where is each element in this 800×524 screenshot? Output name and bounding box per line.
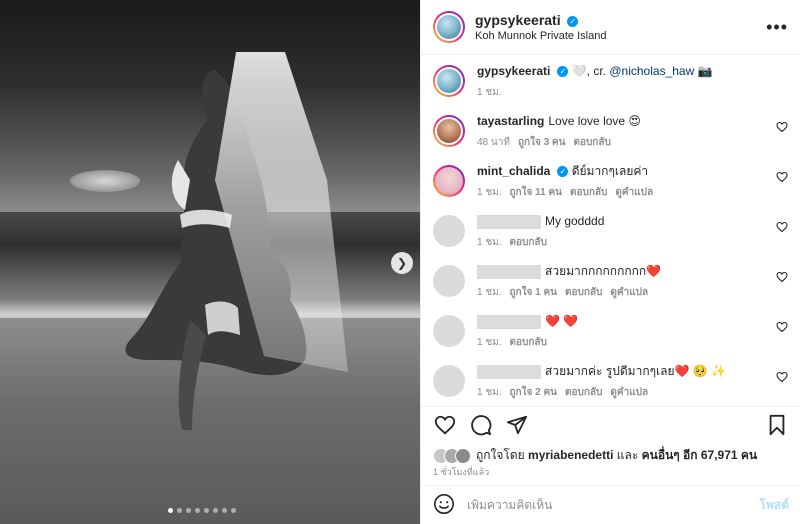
heart-icon[interactable] <box>776 371 788 383</box>
post-time[interactable]: 1 ชั่วโมงที่แล้ว <box>433 465 489 479</box>
comment-row: ❤️ ❤️ 1 ชม. ตอบกลับ <box>433 313 788 350</box>
post-location[interactable]: Koh Munnok Private Island <box>475 30 766 42</box>
carousel-dot <box>186 508 191 513</box>
carousel-dot <box>222 508 227 513</box>
carousel-dot <box>213 508 218 513</box>
commenter-avatar[interactable] <box>433 165 465 197</box>
commenter-avatar[interactable] <box>433 265 465 297</box>
verified-icon: ✓ <box>557 66 569 78</box>
comment-likes[interactable]: ถูกใจ 2 คน <box>510 385 558 400</box>
heart-icon[interactable] <box>776 221 788 233</box>
translate-button[interactable]: ดูคำแปล <box>610 385 648 400</box>
carousel-next-button[interactable]: ❯ <box>391 252 413 274</box>
heart-icon[interactable] <box>776 171 788 183</box>
post-header: gypsykeerati ✓ Koh Munnok Private Island… <box>421 0 800 55</box>
likes-prefix: ถูกใจโดย <box>476 448 525 462</box>
heart-icon[interactable] <box>433 413 457 437</box>
commenter-avatar[interactable] <box>433 115 465 147</box>
post-panel: gypsykeerati ✓ Koh Munnok Private Island… <box>420 0 800 524</box>
reply-button[interactable]: ตอบกลับ <box>565 385 602 400</box>
more-icon[interactable]: ••• <box>766 17 788 38</box>
share-icon[interactable] <box>505 413 529 437</box>
caption-mention[interactable]: @nicholas_haw <box>609 64 694 78</box>
carousel-dot <box>204 508 209 513</box>
comment-time[interactable]: 1 ชม. <box>477 385 502 400</box>
carousel-dot <box>195 508 200 513</box>
comment-time[interactable]: 1 ชม. <box>477 185 502 200</box>
blurred-username <box>477 314 541 329</box>
comment-text: ดีย์มากๆเลยค่า <box>571 164 649 178</box>
reply-button[interactable]: ตอบกลับ <box>510 235 547 250</box>
comment-input[interactable] <box>467 498 760 512</box>
commenter-avatar[interactable] <box>433 315 465 347</box>
comment-username[interactable]: mint_chalida <box>477 164 550 178</box>
commenter-avatar[interactable] <box>433 365 465 397</box>
verified-icon: ✓ <box>567 16 579 28</box>
blurred-username <box>477 214 541 229</box>
blurred-username <box>477 264 541 279</box>
comment-text: My godddd <box>545 214 605 228</box>
reply-button[interactable]: ตอบกลับ <box>565 285 602 300</box>
add-comment-bar: โพสต์ <box>421 485 800 524</box>
caption-username[interactable]: gypsykeerati <box>477 64 550 78</box>
carousel-dot <box>177 508 182 513</box>
comment-row: My godddd 1 ชม. ตอบกลับ <box>433 213 788 250</box>
comment-likes[interactable]: ถูกใจ 1 คน <box>510 285 558 300</box>
comment-likes[interactable]: ถูกใจ 3 คน <box>518 135 566 150</box>
post-photo[interactable]: ❯ <box>0 0 420 524</box>
comment-time[interactable]: 1 ชม. <box>477 235 502 250</box>
chevron-right-icon: ❯ <box>396 256 408 270</box>
author-avatar[interactable] <box>433 11 465 43</box>
commenter-avatar[interactable] <box>433 215 465 247</box>
post-actions <box>421 406 800 442</box>
comment-text: Love love love 😍 <box>548 114 641 128</box>
reply-button[interactable]: ตอบกลับ <box>573 135 610 150</box>
bookmark-icon[interactable] <box>765 413 789 437</box>
heart-icon[interactable] <box>776 121 788 133</box>
author-avatar[interactable] <box>433 65 465 97</box>
carousel-dots <box>168 508 236 513</box>
reply-button[interactable]: ตอบกลับ <box>510 335 547 350</box>
translate-button[interactable]: ดูคำแปล <box>610 285 648 300</box>
translate-button[interactable]: ดูคำแปล <box>615 185 653 200</box>
carousel-dot <box>231 508 236 513</box>
caption-text: 🤍, cr. <box>571 64 610 78</box>
likes-others[interactable]: คนอื่นๆ อีก 67,971 คน <box>642 448 758 462</box>
verified-icon: ✓ <box>557 166 569 178</box>
comment-row: tayastarling Love love love 😍 48 นาที ถูก… <box>433 113 788 150</box>
comment-text: ❤️ ❤️ <box>545 314 579 328</box>
comment-row: สวยมากกกกกกกกก❤️ 1 ชม. ถูกใจ 1 คน ตอบกลั… <box>433 263 788 300</box>
reply-button[interactable]: ตอบกลับ <box>570 185 607 200</box>
caption-emoji: 📷 <box>697 64 713 78</box>
carousel-dot <box>168 508 173 513</box>
likes-middle: และ <box>616 448 639 462</box>
comment-time[interactable]: 1 ชม. <box>477 285 502 300</box>
author-username[interactable]: gypsykeerati <box>475 12 561 28</box>
comments-list: gypsykeerati ✓ 🤍, cr. @nicholas_haw 📷 1 ช… <box>421 55 800 405</box>
liker-avatar <box>455 447 471 464</box>
blurred-username <box>477 364 541 379</box>
comment-time[interactable]: 1 ชม. <box>477 335 502 350</box>
caption-time[interactable]: 1 ชม. <box>477 85 502 100</box>
comment-likes[interactable]: ถูกใจ 11 คน <box>510 185 563 200</box>
likes-user[interactable]: myriabenedetti <box>528 448 613 462</box>
comment-time[interactable]: 48 นาที <box>477 135 510 150</box>
comment-username[interactable]: tayastarling <box>477 114 544 128</box>
comment-icon[interactable] <box>469 413 493 437</box>
post-comment-button[interactable]: โพสต์ <box>760 496 789 515</box>
likes-summary: ถูกใจโดย myriabenedetti และ คนอื่นๆ อีก … <box>433 446 757 465</box>
heart-icon[interactable] <box>776 271 788 283</box>
comment-text: สวยมากกกกกกกกก❤️ <box>545 264 662 278</box>
comment-text: สวยมากค่ะ รูปดีมากๆเลย❤️ 🥺 ✨ <box>545 364 727 378</box>
caption-row: gypsykeerati ✓ 🤍, cr. @nicholas_haw 📷 1 ช… <box>433 63 788 100</box>
comment-row: สวยมากค่ะ รูปดีมากๆเลย❤️ 🥺 ✨ 1 ชม. ถูกใจ… <box>433 363 788 400</box>
heart-icon[interactable] <box>776 321 788 333</box>
comment-row: mint_chalida ✓ ดีย์มากๆเลยค่า 1 ชม. ถูกใจ… <box>433 163 788 200</box>
emoji-icon[interactable] <box>433 493 455 518</box>
